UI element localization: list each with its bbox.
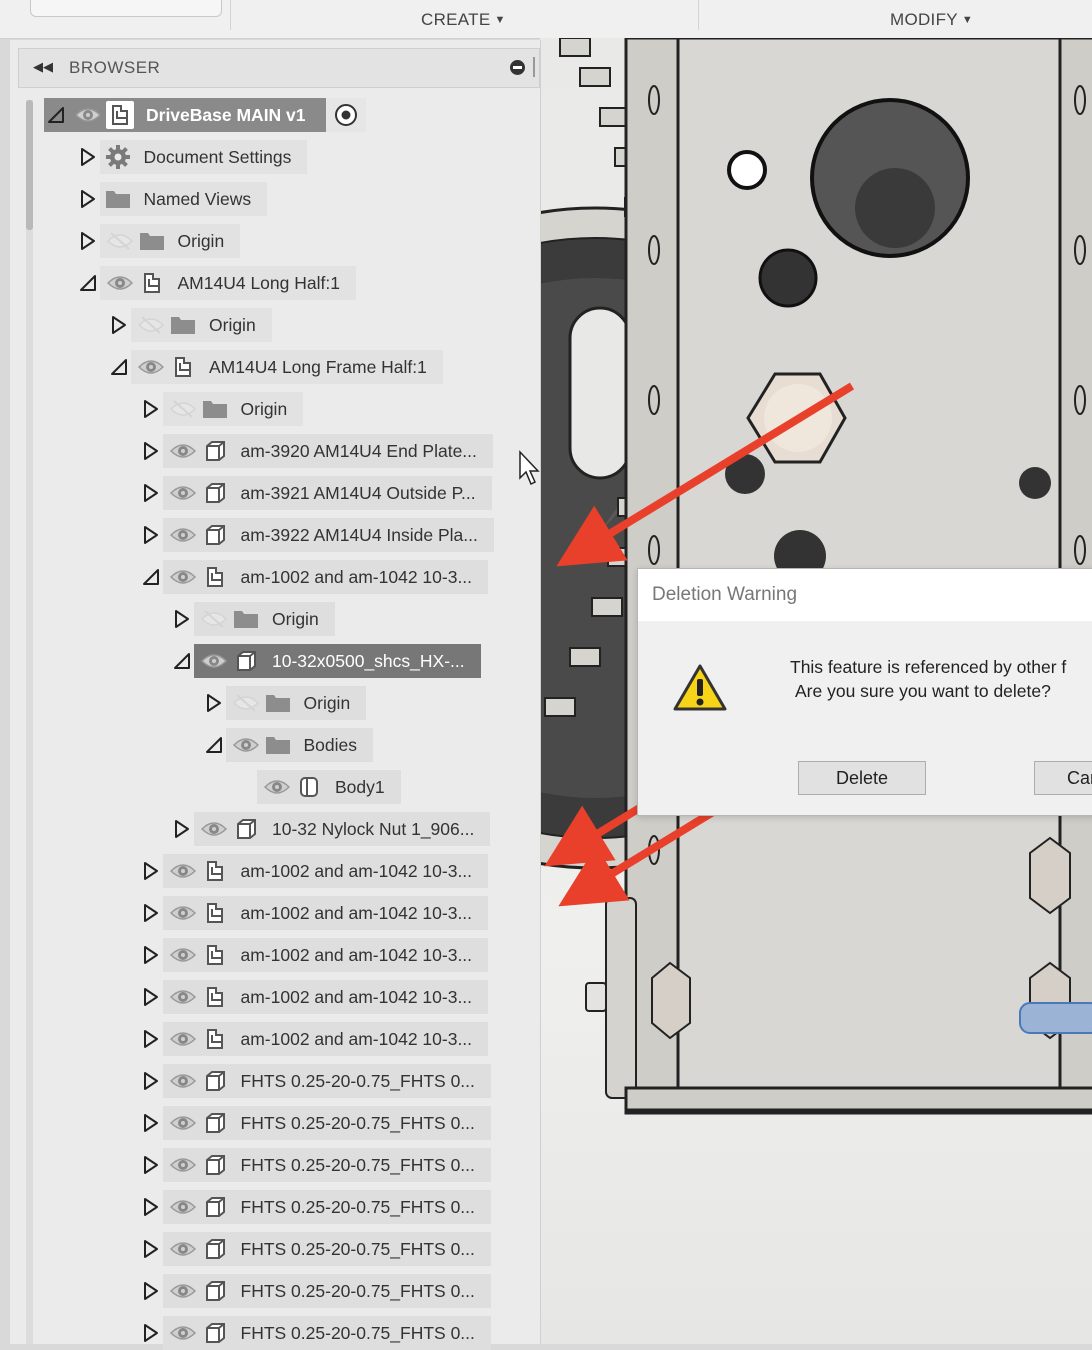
deletion-warning-dialog: Deletion Warning This feature is referen… [637, 568, 1092, 816]
cancel-button[interactable]: Can [1034, 761, 1092, 795]
annotation-arrow [556, 382, 855, 567]
dialog-message-line1: This feature is referenced by other f [790, 657, 1067, 677]
delete-button[interactable]: Delete [798, 761, 926, 795]
dialog-message-line2: Are you sure you want to delete? [795, 681, 1051, 701]
dialog-titlebar[interactable]: Deletion Warning [638, 569, 1092, 621]
mouse-cursor-icon [519, 450, 540, 486]
warning-icon [673, 664, 727, 711]
dialog-title: Deletion Warning [652, 584, 798, 605]
